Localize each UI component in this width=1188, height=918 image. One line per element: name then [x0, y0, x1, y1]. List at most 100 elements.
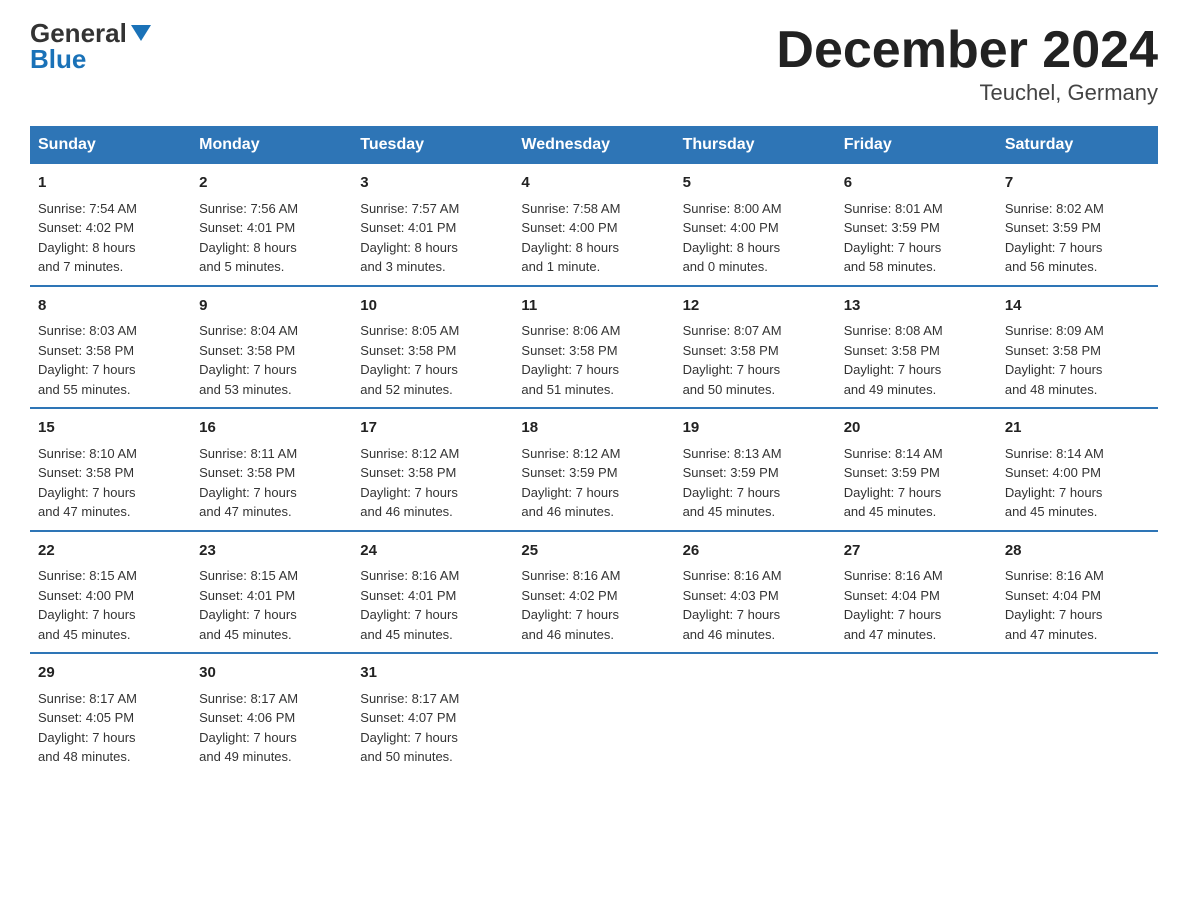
day-number: 29 [38, 662, 183, 685]
day-number: 2 [199, 172, 344, 195]
calendar-cell: 10 Sunrise: 8:05 AM Sunset: 3:58 PM Dayl… [352, 286, 513, 409]
day-number: 16 [199, 417, 344, 440]
calendar-week-row: 29 Sunrise: 8:17 AM Sunset: 4:05 PM Dayl… [30, 653, 1158, 775]
day-number: 14 [1005, 295, 1150, 318]
calendar-cell: 28 Sunrise: 8:16 AM Sunset: 4:04 PM Dayl… [997, 531, 1158, 654]
calendar-cell: 8 Sunrise: 8:03 AM Sunset: 3:58 PM Dayli… [30, 286, 191, 409]
calendar-cell [997, 653, 1158, 775]
calendar-cell: 17 Sunrise: 8:12 AM Sunset: 3:58 PM Dayl… [352, 408, 513, 531]
day-info: Sunrise: 8:10 AM Sunset: 3:58 PM Dayligh… [38, 446, 137, 520]
calendar-week-row: 22 Sunrise: 8:15 AM Sunset: 4:00 PM Dayl… [30, 531, 1158, 654]
calendar-cell: 18 Sunrise: 8:12 AM Sunset: 3:59 PM Dayl… [513, 408, 674, 531]
day-info: Sunrise: 7:57 AM Sunset: 4:01 PM Dayligh… [360, 201, 459, 275]
day-info: Sunrise: 8:16 AM Sunset: 4:03 PM Dayligh… [683, 568, 782, 642]
calendar-cell: 2 Sunrise: 7:56 AM Sunset: 4:01 PM Dayli… [191, 164, 352, 286]
day-info: Sunrise: 8:01 AM Sunset: 3:59 PM Dayligh… [844, 201, 943, 275]
day-number: 13 [844, 295, 989, 318]
calendar-table: SundayMondayTuesdayWednesdayThursdayFrid… [30, 126, 1158, 775]
calendar-cell: 12 Sunrise: 8:07 AM Sunset: 3:58 PM Dayl… [675, 286, 836, 409]
page-header: General Blue December 2024 Teuchel, Germ… [30, 20, 1158, 106]
page-subtitle: Teuchel, Germany [776, 80, 1158, 106]
day-info: Sunrise: 8:14 AM Sunset: 3:59 PM Dayligh… [844, 446, 943, 520]
header-sunday: Sunday [30, 126, 191, 164]
day-info: Sunrise: 7:54 AM Sunset: 4:02 PM Dayligh… [38, 201, 137, 275]
day-info: Sunrise: 8:11 AM Sunset: 3:58 PM Dayligh… [199, 446, 297, 520]
day-number: 17 [360, 417, 505, 440]
day-number: 8 [38, 295, 183, 318]
calendar-cell: 31 Sunrise: 8:17 AM Sunset: 4:07 PM Dayl… [352, 653, 513, 775]
calendar-cell: 20 Sunrise: 8:14 AM Sunset: 3:59 PM Dayl… [836, 408, 997, 531]
calendar-week-row: 8 Sunrise: 8:03 AM Sunset: 3:58 PM Dayli… [30, 286, 1158, 409]
calendar-cell: 6 Sunrise: 8:01 AM Sunset: 3:59 PM Dayli… [836, 164, 997, 286]
day-number: 23 [199, 540, 344, 563]
day-number: 12 [683, 295, 828, 318]
day-info: Sunrise: 8:12 AM Sunset: 3:58 PM Dayligh… [360, 446, 459, 520]
calendar-cell: 14 Sunrise: 8:09 AM Sunset: 3:58 PM Dayl… [997, 286, 1158, 409]
calendar-cell: 26 Sunrise: 8:16 AM Sunset: 4:03 PM Dayl… [675, 531, 836, 654]
day-info: Sunrise: 8:05 AM Sunset: 3:58 PM Dayligh… [360, 323, 459, 397]
day-info: Sunrise: 8:03 AM Sunset: 3:58 PM Dayligh… [38, 323, 137, 397]
day-number: 31 [360, 662, 505, 685]
header-monday: Monday [191, 126, 352, 164]
day-number: 30 [199, 662, 344, 685]
day-number: 27 [844, 540, 989, 563]
day-info: Sunrise: 8:16 AM Sunset: 4:04 PM Dayligh… [1005, 568, 1104, 642]
day-info: Sunrise: 8:13 AM Sunset: 3:59 PM Dayligh… [683, 446, 782, 520]
day-number: 21 [1005, 417, 1150, 440]
calendar-cell: 4 Sunrise: 7:58 AM Sunset: 4:00 PM Dayli… [513, 164, 674, 286]
calendar-cell: 5 Sunrise: 8:00 AM Sunset: 4:00 PM Dayli… [675, 164, 836, 286]
day-info: Sunrise: 8:15 AM Sunset: 4:01 PM Dayligh… [199, 568, 298, 642]
day-number: 15 [38, 417, 183, 440]
day-number: 22 [38, 540, 183, 563]
day-info: Sunrise: 8:16 AM Sunset: 4:01 PM Dayligh… [360, 568, 459, 642]
calendar-header-row: SundayMondayTuesdayWednesdayThursdayFrid… [30, 126, 1158, 164]
logo-triangle-icon [131, 25, 151, 41]
day-info: Sunrise: 8:07 AM Sunset: 3:58 PM Dayligh… [683, 323, 782, 397]
day-number: 6 [844, 172, 989, 195]
day-info: Sunrise: 8:02 AM Sunset: 3:59 PM Dayligh… [1005, 201, 1104, 275]
calendar-cell: 19 Sunrise: 8:13 AM Sunset: 3:59 PM Dayl… [675, 408, 836, 531]
day-number: 3 [360, 172, 505, 195]
day-info: Sunrise: 8:17 AM Sunset: 4:05 PM Dayligh… [38, 691, 137, 765]
day-number: 28 [1005, 540, 1150, 563]
day-info: Sunrise: 7:56 AM Sunset: 4:01 PM Dayligh… [199, 201, 298, 275]
calendar-cell: 22 Sunrise: 8:15 AM Sunset: 4:00 PM Dayl… [30, 531, 191, 654]
day-info: Sunrise: 8:14 AM Sunset: 4:00 PM Dayligh… [1005, 446, 1104, 520]
day-info: Sunrise: 8:17 AM Sunset: 4:06 PM Dayligh… [199, 691, 298, 765]
day-number: 25 [521, 540, 666, 563]
day-info: Sunrise: 8:15 AM Sunset: 4:00 PM Dayligh… [38, 568, 137, 642]
calendar-cell [836, 653, 997, 775]
calendar-cell: 27 Sunrise: 8:16 AM Sunset: 4:04 PM Dayl… [836, 531, 997, 654]
day-number: 1 [38, 172, 183, 195]
day-number: 11 [521, 295, 666, 318]
logo-blue-text: Blue [30, 46, 86, 72]
header-tuesday: Tuesday [352, 126, 513, 164]
day-number: 24 [360, 540, 505, 563]
calendar-cell: 29 Sunrise: 8:17 AM Sunset: 4:05 PM Dayl… [30, 653, 191, 775]
calendar-cell: 3 Sunrise: 7:57 AM Sunset: 4:01 PM Dayli… [352, 164, 513, 286]
header-thursday: Thursday [675, 126, 836, 164]
day-info: Sunrise: 8:16 AM Sunset: 4:02 PM Dayligh… [521, 568, 620, 642]
calendar-cell [675, 653, 836, 775]
day-info: Sunrise: 8:04 AM Sunset: 3:58 PM Dayligh… [199, 323, 298, 397]
calendar-cell: 23 Sunrise: 8:15 AM Sunset: 4:01 PM Dayl… [191, 531, 352, 654]
calendar-cell: 15 Sunrise: 8:10 AM Sunset: 3:58 PM Dayl… [30, 408, 191, 531]
day-number: 20 [844, 417, 989, 440]
day-info: Sunrise: 8:09 AM Sunset: 3:58 PM Dayligh… [1005, 323, 1104, 397]
calendar-cell: 11 Sunrise: 8:06 AM Sunset: 3:58 PM Dayl… [513, 286, 674, 409]
header-saturday: Saturday [997, 126, 1158, 164]
calendar-cell: 9 Sunrise: 8:04 AM Sunset: 3:58 PM Dayli… [191, 286, 352, 409]
day-number: 4 [521, 172, 666, 195]
logo: General Blue [30, 20, 151, 72]
day-number: 5 [683, 172, 828, 195]
title-block: December 2024 Teuchel, Germany [776, 20, 1158, 106]
day-number: 18 [521, 417, 666, 440]
header-wednesday: Wednesday [513, 126, 674, 164]
calendar-week-row: 1 Sunrise: 7:54 AM Sunset: 4:02 PM Dayli… [30, 164, 1158, 286]
calendar-cell [513, 653, 674, 775]
calendar-week-row: 15 Sunrise: 8:10 AM Sunset: 3:58 PM Dayl… [30, 408, 1158, 531]
calendar-cell: 16 Sunrise: 8:11 AM Sunset: 3:58 PM Dayl… [191, 408, 352, 531]
calendar-cell: 1 Sunrise: 7:54 AM Sunset: 4:02 PM Dayli… [30, 164, 191, 286]
day-info: Sunrise: 8:12 AM Sunset: 3:59 PM Dayligh… [521, 446, 620, 520]
day-info: Sunrise: 8:17 AM Sunset: 4:07 PM Dayligh… [360, 691, 459, 765]
